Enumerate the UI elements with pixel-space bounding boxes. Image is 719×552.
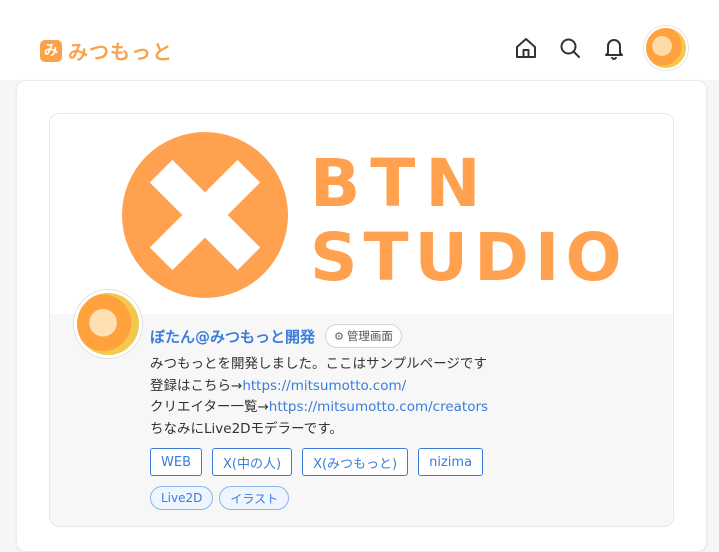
bell-icon[interactable] bbox=[600, 34, 628, 62]
profile-name-row: ぼたん@みつもっと開発 ⚙ 管理画面 bbox=[150, 324, 402, 348]
top-header: み みつもっと bbox=[0, 0, 719, 80]
bio-line-3: クリエイター一覧→https://mitsumotto.com/creators bbox=[150, 397, 650, 419]
main-card: BTN STUDIO ぼたん@みつもっと開発 ⚙ 管理画面 みつもっとを開発しま… bbox=[16, 80, 707, 552]
tag-live2d[interactable]: Live2D bbox=[150, 486, 214, 510]
user-avatar[interactable] bbox=[644, 26, 688, 70]
profile-avatar bbox=[74, 290, 142, 358]
profile-display-name[interactable]: ぼたん@みつもっと開発 bbox=[150, 326, 315, 347]
admin-panel-button[interactable]: ⚙ 管理画面 bbox=[325, 324, 402, 348]
admin-panel-label: 管理画面 bbox=[346, 329, 393, 343]
profile-tags: Live2D イラスト bbox=[150, 486, 295, 510]
bio-line-2: 登録はこちら→https://mitsumotto.com/ bbox=[150, 376, 650, 398]
link-nizima-button[interactable]: nizima bbox=[418, 448, 484, 476]
home-icon[interactable] bbox=[512, 34, 540, 62]
external-links: WEB X(中の人) X(みつもっと) nizima bbox=[150, 448, 493, 476]
bio-line-4: ちなみにLive2Dモデラーです。 bbox=[150, 420, 343, 437]
search-icon[interactable] bbox=[556, 34, 584, 62]
bio-line-3-prefix: クリエイター一覧→ bbox=[150, 399, 269, 415]
logo-text-line1: BTN bbox=[310, 145, 491, 222]
brand-badge-icon: み bbox=[40, 39, 62, 62]
logo-text-line2: STUDIO bbox=[310, 219, 628, 296]
link-x-personal-button[interactable]: X(中の人) bbox=[212, 448, 293, 476]
tag-illustration[interactable]: イラスト bbox=[219, 486, 290, 510]
brand-name: みつもっと bbox=[68, 40, 173, 64]
gear-icon: ⚙ bbox=[334, 329, 344, 343]
register-link[interactable]: https://mitsumotto.com/ bbox=[242, 378, 406, 394]
link-x-mitsumotto-button[interactable]: X(みつもっと) bbox=[302, 448, 409, 476]
link-web-button[interactable]: WEB bbox=[150, 448, 202, 476]
bio-line-1: みつもっとを開発しました。ここはサンプルページです bbox=[150, 356, 487, 372]
profile-bio: みつもっとを開発しました。ここはサンプルページです 登録はこちら→https:/… bbox=[150, 354, 650, 440]
profile-card: BTN STUDIO ぼたん@みつもっと開発 ⚙ 管理画面 みつもっとを開発しま… bbox=[49, 113, 674, 527]
brand-logo[interactable]: み みつもっと bbox=[40, 36, 173, 65]
btn-studio-logo: BTN STUDIO bbox=[122, 132, 628, 298]
header-icon-bar bbox=[512, 26, 688, 70]
creators-link[interactable]: https://mitsumotto.com/creators bbox=[269, 399, 488, 415]
bio-line-2-prefix: 登録はこちら→ bbox=[150, 377, 243, 394]
profile-banner: BTN STUDIO bbox=[50, 114, 673, 314]
